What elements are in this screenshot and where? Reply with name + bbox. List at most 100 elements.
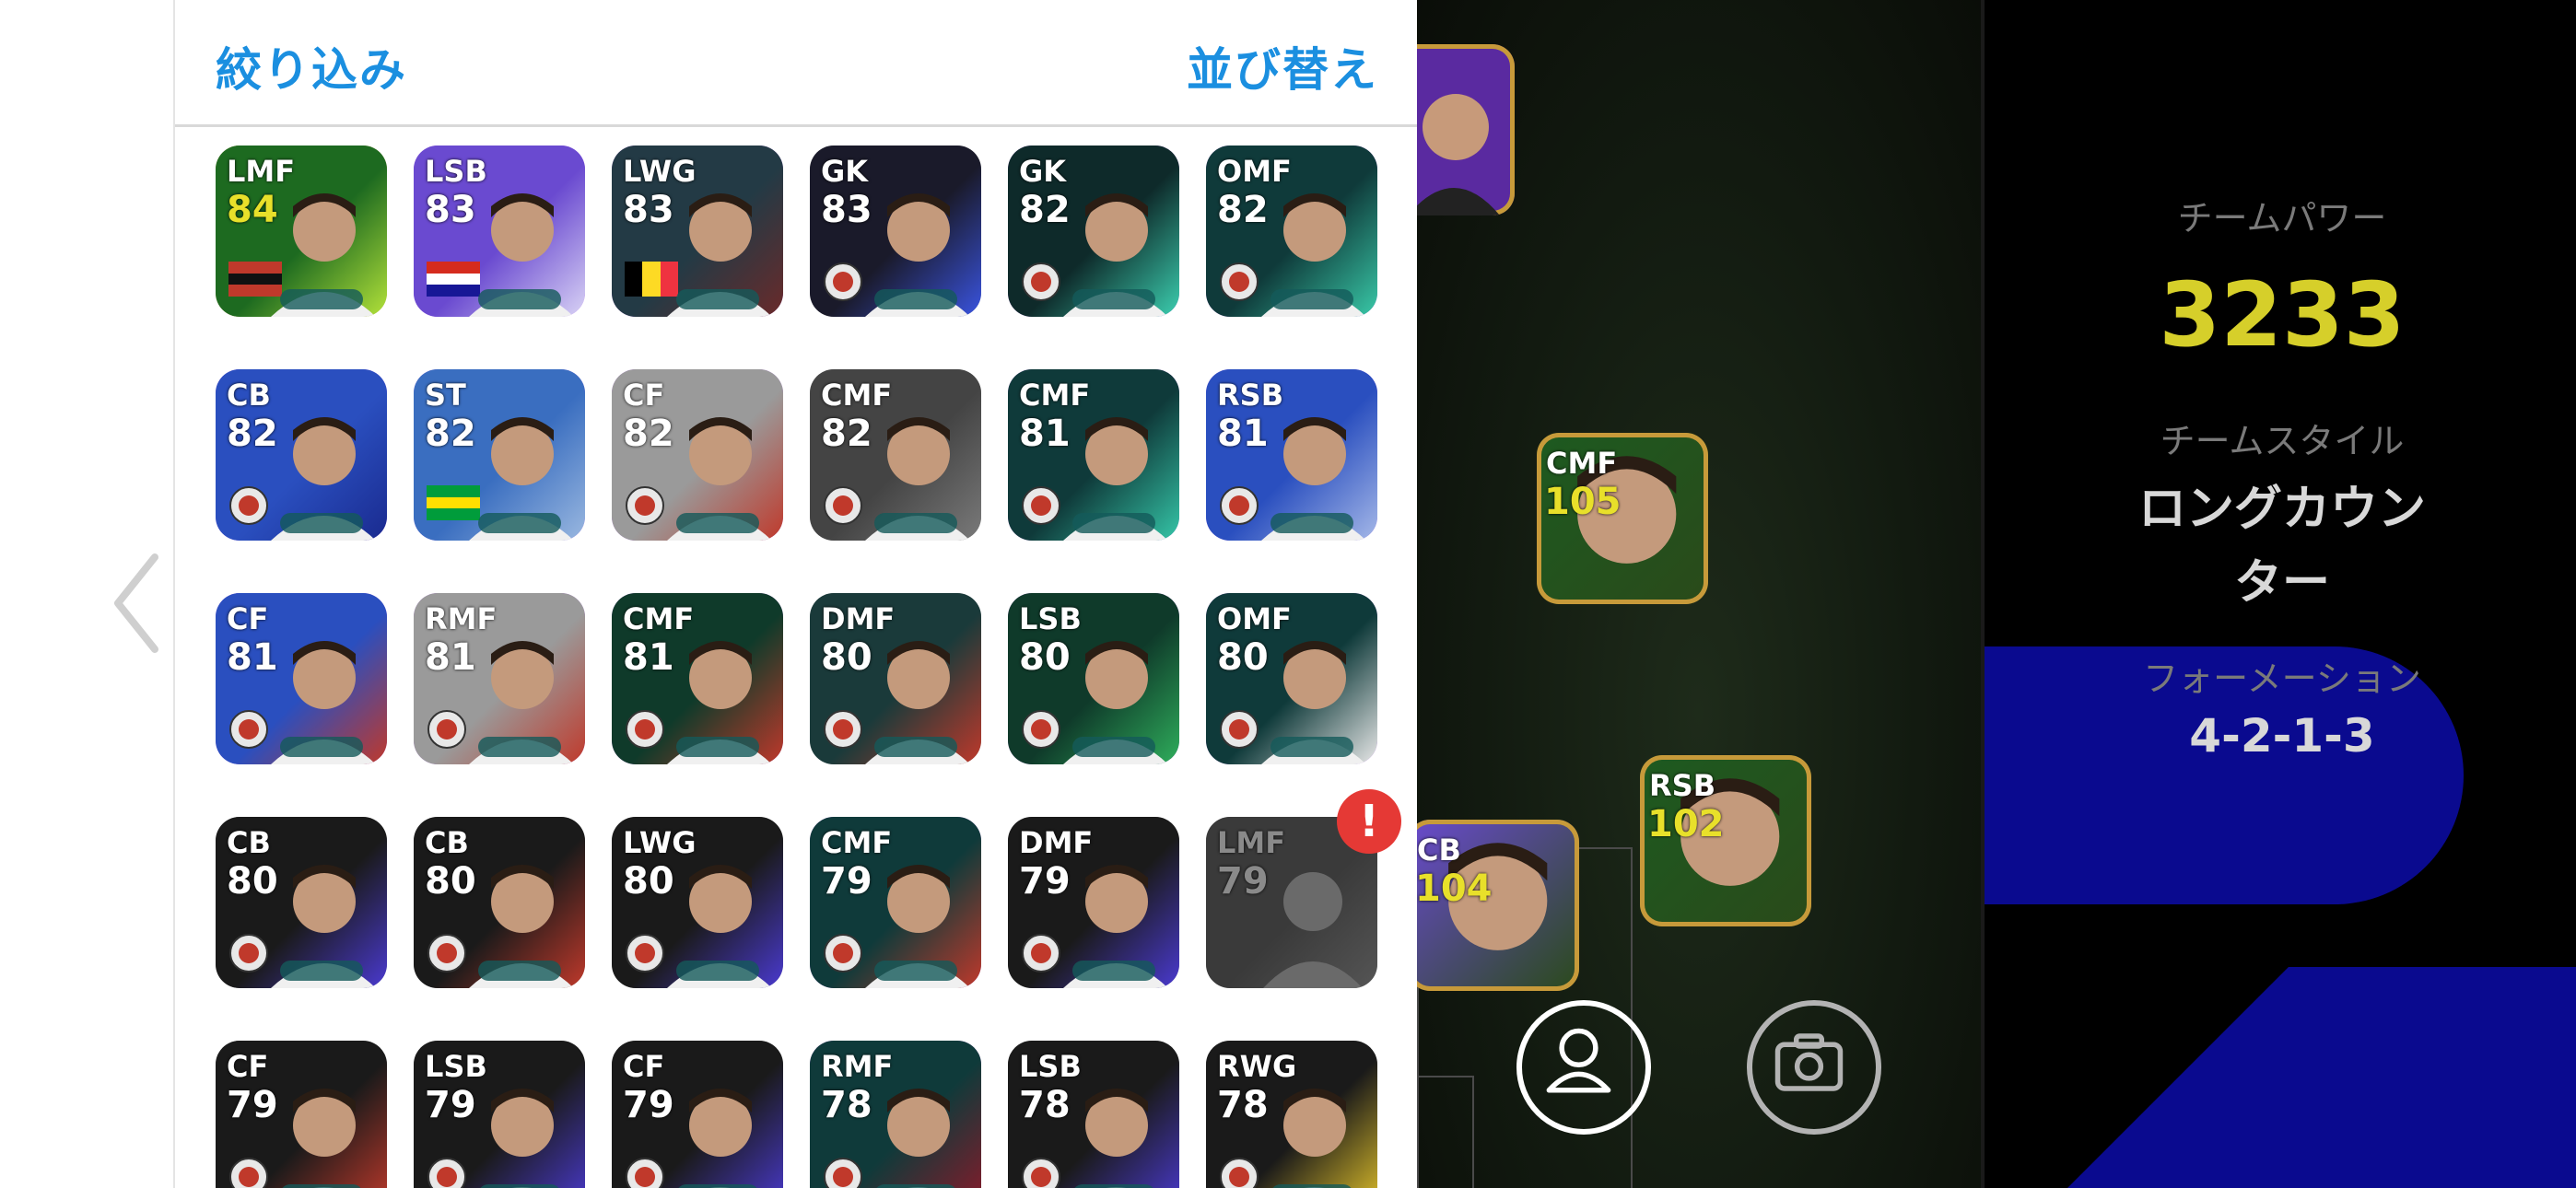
pitch-player-card[interactable]: CMF 105 bbox=[1537, 433, 1708, 604]
player-card[interactable]: LWG 83 bbox=[612, 146, 783, 317]
skill-indicator bbox=[478, 289, 561, 309]
player-card[interactable]: RWG 78 bbox=[1206, 1041, 1377, 1188]
skill-indicator bbox=[676, 289, 759, 309]
player-card[interactable]: CMF 81 bbox=[612, 593, 783, 764]
player-portrait bbox=[491, 1089, 554, 1188]
player-position: LSB bbox=[425, 154, 487, 189]
team-power-label: チームパワー bbox=[2177, 198, 2387, 239]
player-rating: 81 bbox=[1019, 413, 1071, 455]
player-rating: 105 bbox=[1544, 481, 1622, 523]
team-style-value-line2: ター bbox=[2233, 555, 2330, 611]
player-card[interactable]: OMF 80 bbox=[1206, 593, 1377, 764]
player-rating: 80 bbox=[227, 860, 278, 903]
left-margin bbox=[0, 0, 173, 1188]
player-card[interactable]: CF 79 bbox=[216, 1041, 387, 1188]
player-position: LSB bbox=[1019, 601, 1082, 636]
club-badge-icon bbox=[229, 710, 268, 749]
club-badge-icon bbox=[1220, 710, 1259, 749]
player-card[interactable]: CF 81 bbox=[216, 593, 387, 764]
player-card[interactable]: CF 79 bbox=[612, 1041, 783, 1188]
player-card[interactable]: CB 80 bbox=[414, 817, 585, 988]
player-card[interactable]: LMF 84 bbox=[216, 146, 387, 317]
player-card[interactable]: CB 80 bbox=[216, 817, 387, 988]
player-card[interactable]: DMF 80 bbox=[810, 593, 981, 764]
team-info-panel: チームパワー 3233 チームスタイル ロングカウン ター フォーメーション 4… bbox=[1981, 0, 2576, 1188]
player-card[interactable]: GK 82 bbox=[1008, 146, 1179, 317]
skill-indicator bbox=[676, 1184, 759, 1188]
panel-header: 絞り込み 並び替え bbox=[175, 0, 1417, 127]
skill-indicator bbox=[478, 961, 561, 981]
player-card[interactable]: OMF 82 bbox=[1206, 146, 1377, 317]
player-rating: 82 bbox=[227, 413, 278, 455]
player-position: LWG bbox=[623, 825, 697, 860]
player-rating: 80 bbox=[1217, 636, 1269, 679]
player-rating: 80 bbox=[623, 860, 674, 903]
skill-indicator bbox=[874, 289, 957, 309]
skill-indicator bbox=[1072, 513, 1155, 533]
skill-indicator bbox=[1072, 737, 1155, 757]
player-card[interactable]: CMF 81 bbox=[1008, 369, 1179, 541]
player-card[interactable]: RMF 78 bbox=[810, 1041, 981, 1188]
player-position: LWG bbox=[623, 154, 697, 189]
screenshot-button[interactable] bbox=[1747, 1000, 1881, 1135]
player-position: CB bbox=[227, 378, 271, 413]
player-rating: 83 bbox=[821, 189, 872, 231]
skill-indicator bbox=[280, 961, 363, 981]
team-style-label: チームスタイル bbox=[2160, 421, 2405, 461]
club-badge-icon bbox=[824, 710, 862, 749]
player-rating: 102 bbox=[1647, 803, 1725, 845]
player-position: CMF bbox=[821, 825, 893, 860]
player-position: CMF bbox=[821, 378, 893, 413]
player-position: CF bbox=[227, 1049, 269, 1084]
club-badge-icon bbox=[229, 934, 268, 973]
formation-value[interactable]: 4-2-1-3 bbox=[1985, 709, 2576, 763]
player-rating: 84 bbox=[227, 189, 278, 231]
player-card[interactable]: CMF 82 bbox=[810, 369, 981, 541]
pitch-player-card[interactable] bbox=[1417, 44, 1515, 215]
player-position: OMF bbox=[1217, 154, 1292, 189]
player-position: RSB bbox=[1217, 378, 1284, 413]
skill-indicator bbox=[676, 737, 759, 757]
player-card[interactable]: LSB 78 bbox=[1008, 1041, 1179, 1188]
player-profile-button[interactable] bbox=[1516, 1000, 1651, 1135]
player-card[interactable]: CB 82 bbox=[216, 369, 387, 541]
nation-flag-icon bbox=[625, 262, 678, 297]
player-card[interactable]: GK 83 bbox=[810, 146, 981, 317]
skill-indicator bbox=[874, 1184, 957, 1188]
player-card[interactable]: RMF 81 bbox=[414, 593, 585, 764]
player-card[interactable]: DMF 79 bbox=[1008, 817, 1179, 988]
player-card[interactable]: LSB 80 bbox=[1008, 593, 1179, 764]
skill-indicator bbox=[1270, 737, 1353, 757]
player-position: CB bbox=[425, 825, 469, 860]
club-badge-icon bbox=[1220, 262, 1259, 301]
player-card[interactable]: RSB 81 bbox=[1206, 369, 1377, 541]
pitch-player-card[interactable]: RSB 102 bbox=[1640, 755, 1811, 926]
skill-indicator bbox=[280, 289, 363, 309]
skill-indicator bbox=[874, 513, 957, 533]
player-card[interactable]: LSB 83 bbox=[414, 146, 585, 317]
player-rating: 80 bbox=[425, 860, 476, 903]
player-card[interactable]: LWG 80 bbox=[612, 817, 783, 988]
player-card[interactable]: CMF 79 bbox=[810, 817, 981, 988]
player-position: ST bbox=[425, 378, 466, 413]
skill-indicator bbox=[280, 513, 363, 533]
sort-button[interactable]: 並び替え bbox=[1187, 33, 1378, 99]
chevron-left-icon[interactable] bbox=[109, 553, 164, 654]
player-card[interactable]: ST 82 bbox=[414, 369, 585, 541]
player-card[interactable]: LSB 79 bbox=[414, 1041, 585, 1188]
player-portrait bbox=[887, 1089, 950, 1188]
player-position: CF bbox=[623, 1049, 665, 1084]
formation-label: フォーメーション bbox=[2143, 658, 2421, 699]
player-position: OMF bbox=[1217, 601, 1292, 636]
club-badge-icon bbox=[427, 710, 466, 749]
pitch-line bbox=[1417, 1076, 1472, 1077]
player-rating: 79 bbox=[623, 1084, 674, 1126]
player-card[interactable]: CF 82 bbox=[612, 369, 783, 541]
person-icon bbox=[1546, 1028, 1611, 1093]
player-rating: 83 bbox=[623, 189, 674, 231]
filter-button[interactable]: 絞り込み bbox=[216, 33, 407, 99]
player-rating: 83 bbox=[425, 189, 476, 231]
player-rating: 78 bbox=[1019, 1084, 1071, 1126]
pitch-player-card[interactable]: CB 104 bbox=[1417, 820, 1579, 991]
club-badge-icon bbox=[1022, 934, 1060, 973]
